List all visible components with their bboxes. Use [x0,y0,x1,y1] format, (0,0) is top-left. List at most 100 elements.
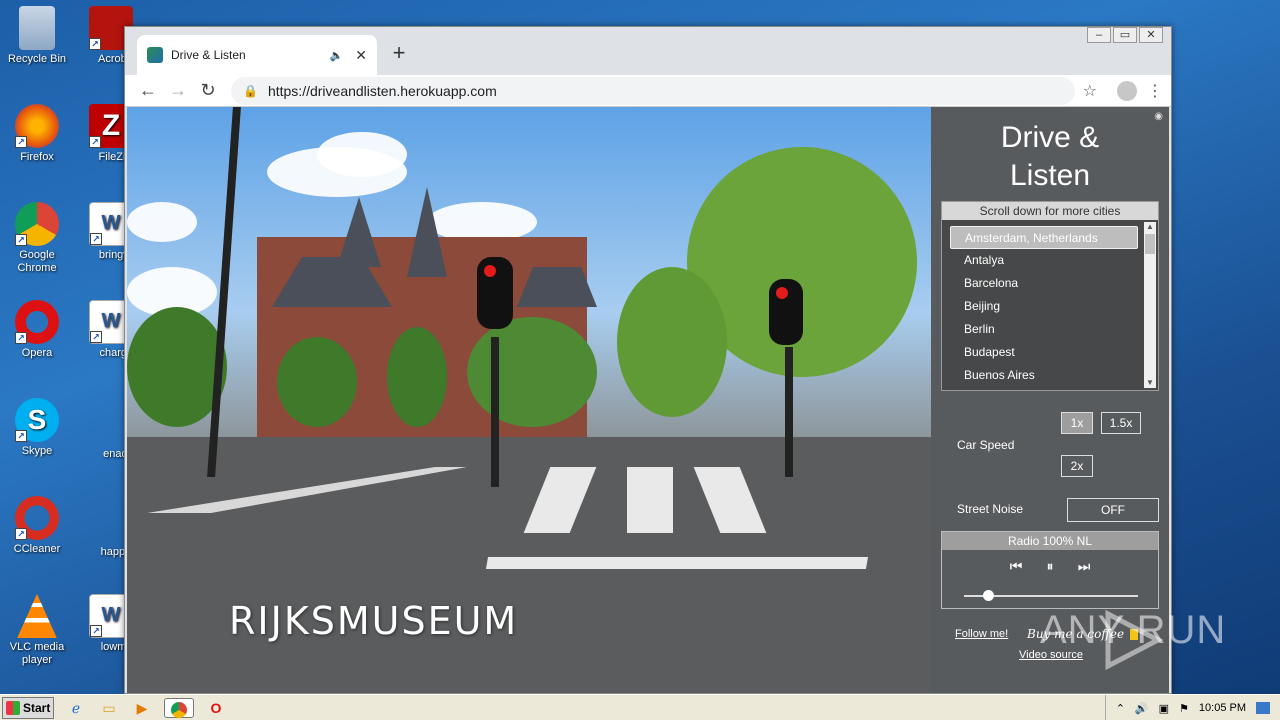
tab-title: Drive & Listen [171,48,246,62]
city-item-antalya[interactable]: Antalya [950,249,1138,272]
cloud [427,202,537,242]
desktop-icon-recycle-bin[interactable]: Recycle Bin [0,6,74,66]
anyrun-watermark: ANY RUN [1040,608,1227,652]
desktop-icon-opera[interactable]: ↗ Opera [0,300,74,360]
app-title: Drive & Listen [931,119,1169,195]
city-item-barcelona[interactable]: Barcelona [950,272,1138,295]
tree [277,337,357,427]
traffic-light-pole [785,347,793,477]
network-icon[interactable]: ▣ [1159,702,1169,715]
previous-station-icon[interactable]: ⏮ [1008,558,1024,575]
close-window-button[interactable]: ✕ [1139,27,1163,43]
traffic-light [769,279,803,345]
radio-station-name[interactable]: Radio 100% NL [942,532,1158,550]
city-selector[interactable]: Scroll down for more cities Amsterdam, N… [941,201,1159,391]
tree [387,327,447,427]
firefox-icon: ↗ [15,104,59,148]
scroll-thumb[interactable] [1145,234,1155,254]
window-controls: ‒ ▭ ✕ [1087,27,1163,43]
page-viewport: RIJKSMUSEUM ◉ Drive & Listen Scroll down… [127,107,1169,693]
car-speed-label: Car Speed [957,438,1015,452]
vlc-icon [17,594,57,638]
profile-avatar-icon[interactable] [1117,80,1137,101]
scroll-down-icon[interactable]: ▼ [1144,378,1156,388]
desktop-icon-ccleaner[interactable]: ↗ CCleaner [0,496,74,556]
desktop-icon-chrome[interactable]: ↗ Google Chrome [0,202,74,275]
tray-expand-icon[interactable]: ⌃ [1116,702,1125,715]
city-list-scrollbar[interactable]: ▲ ▼ [1144,222,1156,388]
city-list-header: Scroll down for more cities [942,202,1158,220]
bookmark-star-icon[interactable]: ☆ [1083,81,1097,101]
volume-slider-knob[interactable] [983,590,995,601]
chrome-taskbar-icon[interactable] [164,697,194,718]
media-player-icon[interactable]: ▶ [131,698,153,718]
show-desktop-icon[interactable] [1256,702,1270,714]
speaker-icon[interactable]: 🔈 [330,49,344,62]
city-item-amsterdam[interactable]: Amsterdam, Netherlands [950,226,1138,249]
city-list[interactable]: Amsterdam, Netherlands Antalya Barcelona… [950,226,1138,387]
new-tab-button[interactable]: + [387,41,411,65]
clock[interactable]: 10:05 PM [1199,702,1246,714]
desktop-icon-firefox[interactable]: ↗ Firefox [0,104,74,164]
start-label: Start [23,700,51,715]
museum-spire [337,197,381,267]
crosswalk-stripe [627,467,673,533]
chrome-icon [171,701,187,718]
street-noise-label: Street Noise [957,502,1024,516]
tab-drive-and-listen[interactable]: Drive & Listen 🔈 ✕ [137,35,377,75]
reload-icon[interactable]: ↻ [193,80,223,101]
follow-me-link[interactable]: Follow me! [955,628,1008,640]
tab-close-icon[interactable]: ✕ [355,47,367,64]
pause-icon[interactable]: ⏸ [1042,558,1058,575]
browser-toolbar: ← → ↻ 🔒 https://driveandlisten.herokuapp… [125,75,1171,107]
favicon-icon [147,47,163,63]
back-icon[interactable]: ← [133,80,163,101]
tree [617,267,727,417]
street-noise-toggle[interactable]: OFF [1067,498,1159,522]
forward-icon[interactable]: → [163,80,193,101]
opera-taskbar-icon[interactable]: O [205,698,227,718]
app-title-line1: Drive & [1000,121,1100,154]
system-tray: ⌃ 🔊 ▣ ⚑ 10:05 PM [1104,695,1280,720]
url-text: https://driveandlisten.herokuapp.com [267,82,497,99]
volume-icon[interactable]: 🔊 [1135,702,1149,715]
speed-2x-button[interactable]: 2x [1061,455,1093,477]
tree [467,317,597,427]
city-item-berlin[interactable]: Berlin [950,318,1138,341]
next-station-icon[interactable]: ⏭ [1076,558,1092,575]
city-item-buenos-aires[interactable]: Buenos Aires [950,364,1138,387]
windows-logo-icon [6,700,20,715]
explorer-folder-icon[interactable]: ▭ [98,698,120,718]
recycle-bin-icon [19,6,55,50]
speed-1x-button[interactable]: 1x [1061,412,1093,434]
skype-icon: S ↗ [15,398,59,442]
start-button[interactable]: Start [2,696,54,719]
desktop-icon-skype[interactable]: S ↗ Skype [0,398,74,458]
desktop-icon-vlc[interactable]: VLC media player [0,594,74,667]
street-video[interactable]: RIJKSMUSEUM [127,107,931,693]
opera-icon: ↗ [15,300,59,344]
maximize-button[interactable]: ▭ [1113,27,1137,43]
cloud [127,202,197,242]
cloud [317,132,407,177]
address-bar[interactable]: 🔒 https://driveandlisten.herokuapp.com [231,76,1075,105]
scroll-up-icon[interactable]: ▲ [1144,222,1156,232]
ie-icon[interactable]: ℯ [65,698,87,718]
traffic-light [477,257,513,329]
traffic-light-pole [491,337,499,487]
location-caption: RIJKSMUSEUM [229,599,519,643]
taskbar: Start ℯ ▭ ▶ O ⌃ 🔊 ▣ ⚑ 10:05 PM [0,694,1280,720]
tab-strip: Drive & Listen 🔈 ✕ + ‒ ▭ ✕ [125,27,1171,75]
speed-1-5x-button[interactable]: 1.5x [1101,412,1141,434]
browser-window: Drive & Listen 🔈 ✕ + ‒ ▭ ✕ ← → ↻ 🔒 https… [124,26,1172,694]
lock-icon: 🔒 [243,83,258,98]
flag-icon[interactable]: ⚑ [1179,702,1189,715]
radio-controls: ⏮ ⏸ ⏭ [942,558,1158,575]
city-item-beijing[interactable]: Beijing [950,295,1138,318]
app-title-line2: Listen [1009,159,1091,192]
menu-kebab-icon[interactable]: ⋮ [1147,81,1163,101]
city-item-budapest[interactable]: Budapest [950,341,1138,364]
radio-player: Radio 100% NL ⏮ ⏸ ⏭ [941,531,1159,609]
chrome-icon: ↗ [15,202,59,246]
minimize-button[interactable]: ‒ [1087,27,1111,43]
